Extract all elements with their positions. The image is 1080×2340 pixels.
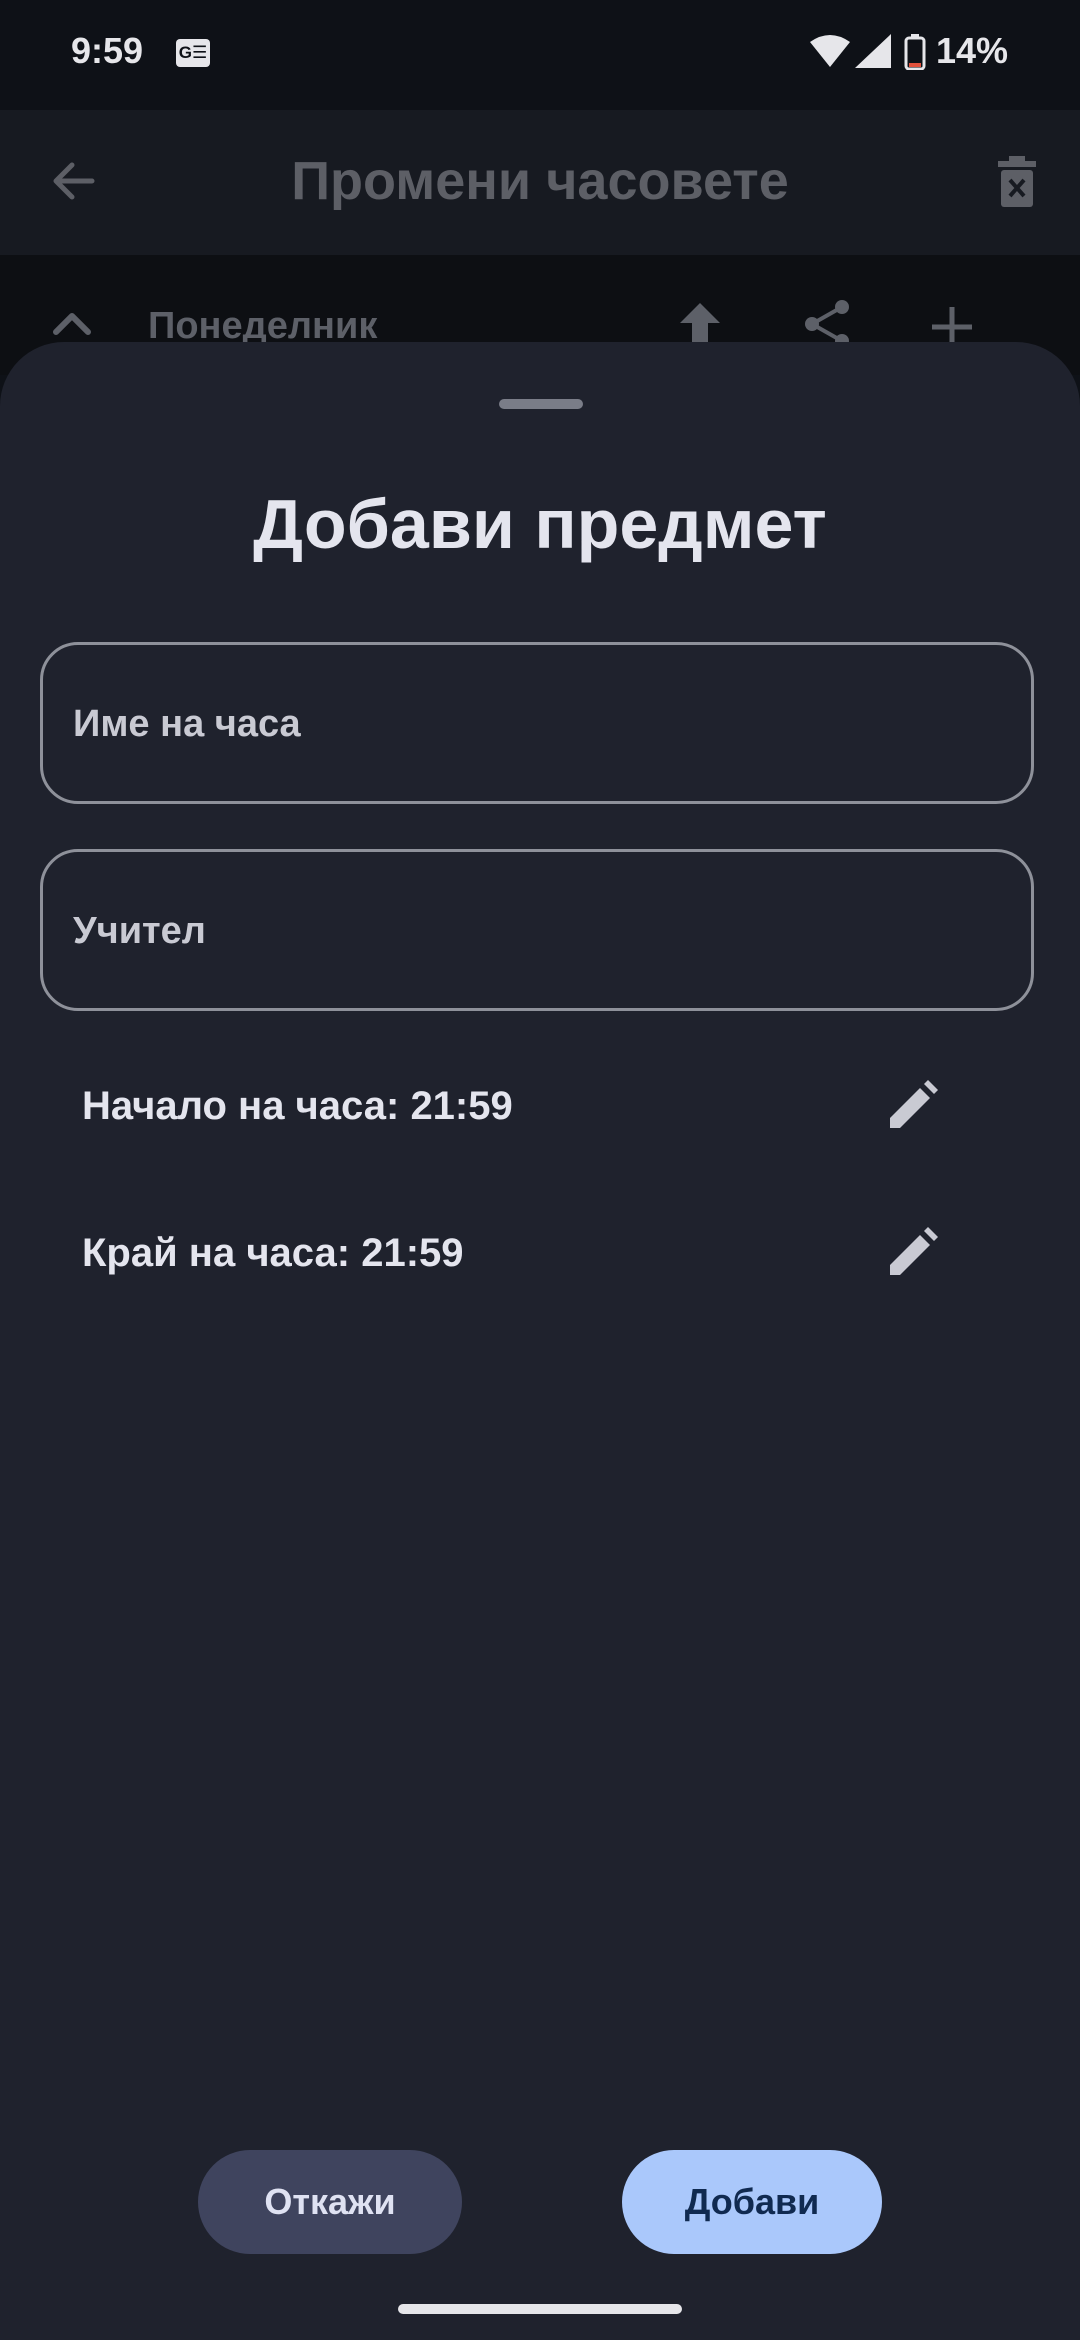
- battery-percentage: 14%: [936, 30, 1009, 71]
- start-time-label: Начало на часа: 21:59: [82, 1084, 513, 1128]
- wifi-icon: [810, 35, 850, 67]
- end-time-row: Край на часа: 21:59: [82, 1213, 962, 1293]
- teacher-field[interactable]: Учител: [40, 849, 1034, 1011]
- status-time: 9:59: [71, 30, 144, 71]
- sheet-title: Добави предмет: [253, 485, 827, 563]
- chevron-up-icon[interactable]: [52, 310, 92, 336]
- edit-icon[interactable]: [886, 1227, 938, 1279]
- page-title: Промени часовете: [291, 151, 789, 211]
- cancel-button[interactable]: Откажи: [198, 2150, 462, 2254]
- upload-icon[interactable]: [680, 303, 720, 347]
- edit-icon[interactable]: [886, 1080, 938, 1132]
- subject-name-placeholder: Име на часа: [73, 703, 301, 745]
- end-time-label: Край на часа: 21:59: [82, 1231, 464, 1275]
- battery-icon: [904, 34, 926, 70]
- add-button[interactable]: Добави: [622, 2150, 882, 2254]
- teacher-placeholder: Учител: [73, 910, 206, 952]
- news-icon: G☰: [176, 39, 210, 67]
- delete-icon[interactable]: [996, 156, 1038, 208]
- navigation-handle[interactable]: [398, 2304, 682, 2314]
- start-time-row: Начало на часа: 21:59: [82, 1066, 962, 1146]
- add-subject-sheet: Добави предмет Име на часа Учител Начало…: [0, 342, 1080, 2340]
- drag-handle[interactable]: [499, 399, 583, 409]
- subject-name-field[interactable]: Име на часа: [40, 642, 1034, 804]
- signal-icon: [855, 34, 891, 68]
- status-bar: 9:59 G☰ 14%: [0, 0, 1080, 110]
- app-bar: Промени часовете: [0, 110, 1080, 255]
